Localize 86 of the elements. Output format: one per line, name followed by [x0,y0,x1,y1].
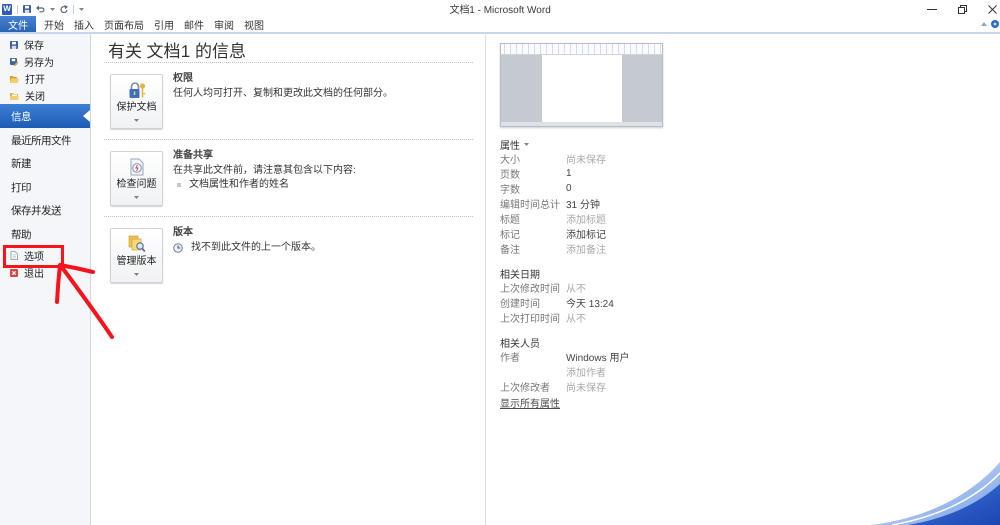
action-button[interactable]: 保护文档 [110,74,163,129]
caret-icon [134,119,139,122]
restore-icon[interactable] [958,4,967,14]
menu-item[interactable]: 选项 [0,247,90,264]
save-as-icon [10,58,18,66]
list-item: 文档属性和作者的姓名 [189,178,289,192]
property-value: 1 [566,168,573,179]
save-icon[interactable] [23,5,31,13]
menu-item[interactable]: 关闭 [0,87,90,104]
property-label: 编辑时间总计 [500,198,561,211]
folder-icon [10,74,19,82]
document-check-icon [128,158,146,176]
bullet-icon [177,183,181,188]
caret-icon [134,273,139,276]
window-title: 文档1 - Microsoft Word [449,5,551,16]
action-button[interactable]: 管理版本 [110,228,163,283]
property-label: 上次修改者 [500,381,551,394]
property-value: 尚未保存 [566,381,607,394]
section-heading: 版本 [173,226,193,240]
caret-icon[interactable] [524,142,529,146]
menu-item[interactable]: 最近所用文件 [0,128,90,151]
property-label: 上次打印时间 [500,312,561,325]
section-description: 在共享此文件前，请注意其包含以下内容: [173,164,356,178]
property-label: 字数 [500,183,521,196]
redo-icon[interactable] [60,5,68,13]
property-label: 标题 [500,213,521,226]
property-label: 标记 [500,228,521,241]
app-logo: W [2,4,12,14]
property-value: Windows 用户 [566,351,630,364]
undo-icon[interactable] [36,5,45,13]
ribbon-tab[interactable]: 邮件 [179,16,209,32]
property-label: 作者 [500,351,521,364]
caret-icon[interactable] [50,8,55,10]
group-heading: 相关日期 [500,268,540,280]
menu-item[interactable]: 打开 [0,70,90,87]
section-heading: 准备共享 [173,149,213,163]
menu-item[interactable]: 退出 [0,264,90,281]
group-heading: 属性 [500,139,520,152]
property-value: 从不 [566,312,587,325]
property-value: 今天 13:24 [566,297,614,310]
help-icon[interactable] [991,20,999,28]
group-heading: 相关人员 [500,337,540,350]
section-heading: 权限 [173,72,193,86]
property-value: 添加标记 [566,228,606,241]
section-description: 找不到此文件的上一个版本。 [191,240,321,254]
section-description: 任何人均可打开、复制和更改此文档的任何部分。 [173,86,393,100]
menu-item[interactable]: 保存 [0,36,90,53]
padlock-icon [128,81,146,99]
caret-icon [134,196,139,199]
menu-item[interactable]: 保存并发送 [0,198,90,222]
menu-item[interactable]: 帮助 [0,222,90,245]
caret-icon[interactable] [79,8,84,10]
menu-item[interactable]: 信息 [0,104,90,128]
property-value: 尚未保存 [566,153,606,166]
property-label: 创建时间 [500,297,541,310]
caret-icon[interactable] [981,22,987,26]
ribbon-tab[interactable]: 视图 [239,16,269,32]
ribbon-tab[interactable]: 审阅 [209,16,239,32]
menu-item[interactable]: 新建 [0,151,90,174]
property-label: 上次修改时间 [500,282,561,295]
property-value: 31 分钟 [566,198,601,211]
close-icon [10,268,18,276]
show-all-properties-link[interactable]: 显示所有属性 [500,398,560,412]
property-value: 0 [566,183,573,194]
clock-icon [173,242,183,253]
ribbon-tab[interactable]: 插入 [69,16,99,32]
menu-item[interactable]: 另存为 [0,53,90,70]
action-button[interactable]: 检查问题 [110,151,163,206]
property-label: 大小 [500,153,521,166]
page-title: 有关 文档1 的信息 [108,42,246,61]
property-label: 页数 [500,168,521,181]
ribbon-tab[interactable]: 开始 [39,16,69,32]
menu-item[interactable]: 打印 [0,174,90,198]
save-icon [10,40,18,48]
close-icon[interactable] [988,4,997,14]
ribbon-tab[interactable]: 引用 [149,16,179,32]
ribbon-tab[interactable]: 页面布局 [99,16,149,32]
property-value: 从不 [566,282,587,295]
property-value: 添加标题 [566,213,606,226]
property-value: 添加作者 [566,366,607,379]
folder-icon [10,92,19,100]
document-icon [10,251,18,260]
ribbon-tab[interactable]: 文件 [0,16,36,32]
property-label: 备注 [500,243,521,256]
documents-magnifier-icon [128,235,146,253]
property-value: 添加备注 [566,243,606,256]
